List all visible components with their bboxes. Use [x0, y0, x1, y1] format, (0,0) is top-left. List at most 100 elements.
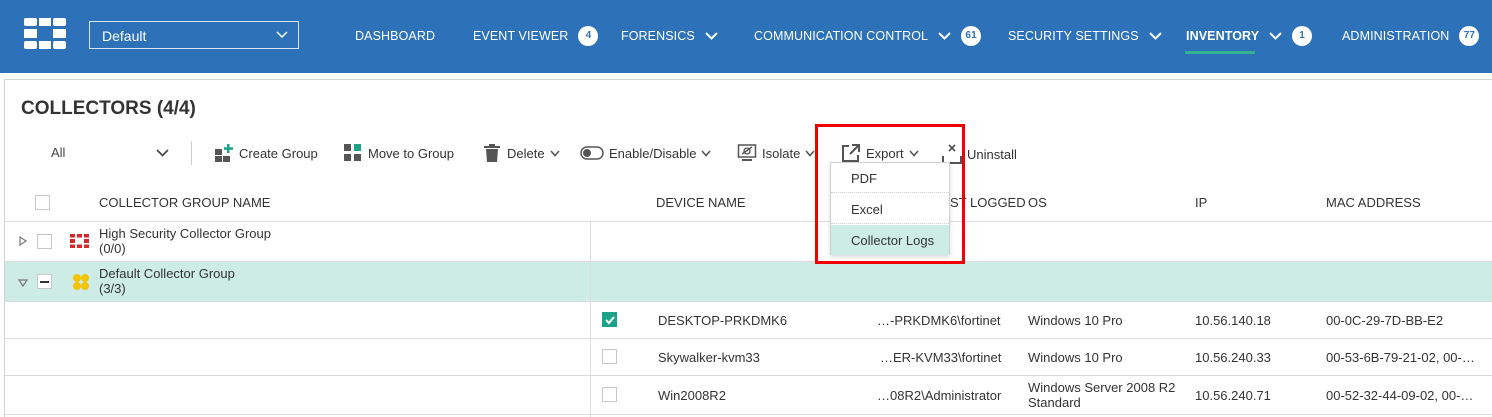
isolate-label: Isolate [762, 145, 801, 161]
isolate-button[interactable]: Isolate [737, 141, 815, 165]
device-name-cell[interactable]: DESKTOP-PRKDMK6 [658, 313, 787, 328]
chevron-down-icon [1148, 32, 1162, 40]
partial-mark [40, 281, 49, 283]
administration-badge: 77 [1459, 26, 1480, 46]
nav-event-viewer-label: EVENT VIEWER [473, 29, 569, 43]
nav-communication-control[interactable]: COMMUNICATION CONTROL 61 [754, 26, 982, 46]
ip-cell: 10.56.240.71 [1195, 388, 1271, 403]
fortinet-group-icon [70, 234, 89, 248]
organization-select-value: Default [102, 28, 147, 44]
chevron-down-icon [276, 31, 288, 39]
chevron-down-icon [1269, 32, 1282, 40]
chevron-down-icon [938, 32, 951, 40]
group-name-text: Default Collector Group [99, 266, 235, 281]
organization-select[interactable]: Default [89, 21, 299, 49]
group-name-text: High Security Collector Group [99, 226, 271, 241]
device-checkbox[interactable] [602, 387, 617, 402]
create-group-icon [215, 144, 233, 162]
export-collector-logs-option[interactable]: Collector Logs [831, 225, 949, 255]
event-viewer-badge: 4 [578, 26, 599, 46]
mac-cell: 00-52-32-44-09-02, 00-… [1326, 388, 1474, 403]
export-dropdown-menu: PDF Excel Collector Logs [830, 162, 950, 255]
nav-forensics-label: FORENSICS [621, 29, 695, 43]
uninstall-icon [942, 144, 962, 164]
export-excel-option[interactable]: Excel [831, 194, 949, 224]
column-header-device-name[interactable]: DEVICE NAME [656, 195, 746, 210]
column-header-last-logged[interactable]: ST LOGGED [950, 195, 1026, 210]
mac-cell: 00-53-6B-79-21-02, 00-… [1326, 350, 1475, 365]
row-divider [5, 338, 1492, 339]
row-divider [5, 301, 1492, 302]
last-logged-cell: …ER-KVM33\fortinet [880, 350, 1002, 365]
checkmark-icon [605, 316, 615, 325]
nav-dashboard[interactable]: DASHBOARD [355, 28, 435, 44]
move-to-group-label: Move to Group [368, 145, 454, 161]
column-splitter [590, 222, 591, 417]
group-name-high-security: High Security Collector Group (0/0) [99, 226, 271, 256]
ip-cell: 10.56.240.33 [1195, 350, 1271, 365]
inventory-badge: 1 [1292, 26, 1313, 46]
collapse-arrow-icon[interactable] [18, 278, 28, 288]
top-nav: Default DASHBOARD EVENT VIEWER 4 FORENSI… [0, 0, 1492, 73]
column-header-group-name[interactable]: COLLECTOR GROUP NAME [99, 195, 270, 210]
group-count-text: (3/3) [99, 281, 126, 296]
delete-button[interactable]: Delete [482, 141, 560, 165]
last-logged-cell: …-PRKDMK6\fortinet [877, 313, 1001, 328]
last-logged-cell: …08R2\Administrator [877, 388, 1002, 403]
column-header-os[interactable]: OS [1028, 195, 1047, 210]
expand-arrow-icon[interactable] [18, 236, 28, 246]
device-checkbox[interactable] [602, 312, 617, 327]
chevron-down-icon [705, 32, 718, 40]
group-checkbox[interactable] [37, 234, 52, 249]
nav-inventory[interactable]: INVENTORY 1 [1186, 26, 1313, 46]
nav-event-viewer[interactable]: EVENT VIEWER 4 [473, 26, 599, 46]
nav-security-settings[interactable]: SECURITY SETTINGS [1008, 28, 1162, 44]
fortinet-logo-icon[interactable] [24, 18, 66, 49]
group-name-default: Default Collector Group (3/3) [99, 266, 235, 296]
row-divider [5, 414, 1492, 415]
export-label: Export [866, 145, 904, 161]
nav-administration[interactable]: ADMINISTRATION 77 [1342, 26, 1480, 46]
uninstall-label: Uninstall [967, 146, 1017, 162]
default-group-icon [73, 274, 89, 290]
column-header-ip[interactable]: IP [1195, 195, 1207, 210]
device-checkbox[interactable] [602, 349, 617, 364]
export-pdf-option[interactable]: PDF [831, 163, 949, 193]
os-cell: Windows 10 Pro [1028, 313, 1123, 328]
nav-dashboard-label: DASHBOARD [355, 29, 436, 43]
nav-administration-label: ADMINISTRATION [1342, 29, 1450, 43]
device-name-cell[interactable]: Skywalker-kvm33 [658, 350, 760, 365]
toolbar-divider [191, 141, 192, 165]
os-cell: Windows 10 Pro [1028, 350, 1123, 365]
mac-cell: 00-0C-29-7D-BB-E2 [1326, 313, 1444, 328]
select-all-checkbox[interactable] [35, 195, 50, 210]
active-tab-indicator [1185, 51, 1255, 54]
nav-communication-control-label: COMMUNICATION CONTROL [754, 29, 929, 43]
chevron-down-icon [805, 149, 815, 157]
chevron-down-icon[interactable] [156, 148, 169, 158]
uninstall-button[interactable]: Uninstall [942, 142, 1017, 166]
nav-forensics[interactable]: FORENSICS [621, 28, 718, 44]
group-checkbox-partial[interactable] [37, 274, 52, 289]
isolate-monitor-icon [737, 144, 757, 161]
move-to-group-button[interactable]: Move to Group [343, 141, 454, 165]
create-group-button[interactable]: Create Group [214, 141, 318, 165]
create-group-label: Create Group [239, 145, 318, 161]
group-count-text: (0/0) [99, 241, 126, 256]
export-icon [842, 144, 860, 162]
ip-cell: 10.56.140.18 [1195, 313, 1271, 328]
enable-disable-button[interactable]: Enable/Disable [580, 141, 712, 165]
trash-icon [484, 144, 500, 162]
nav-inventory-label: INVENTORY [1186, 29, 1260, 43]
communication-control-badge: 61 [961, 26, 982, 46]
toggle-icon [580, 146, 604, 160]
column-header-mac[interactable]: MAC ADDRESS [1326, 195, 1421, 210]
nav-security-settings-label: SECURITY SETTINGS [1008, 29, 1139, 43]
chevron-down-icon [908, 149, 919, 157]
device-name-cell[interactable]: Win2008R2 [658, 388, 726, 403]
chevron-down-icon [701, 149, 712, 157]
os-cell: Windows Server 2008 R2 Standard [1028, 380, 1176, 410]
chevron-down-icon [549, 149, 560, 157]
filter-select[interactable]: All [51, 145, 65, 160]
delete-label: Delete [507, 145, 545, 161]
